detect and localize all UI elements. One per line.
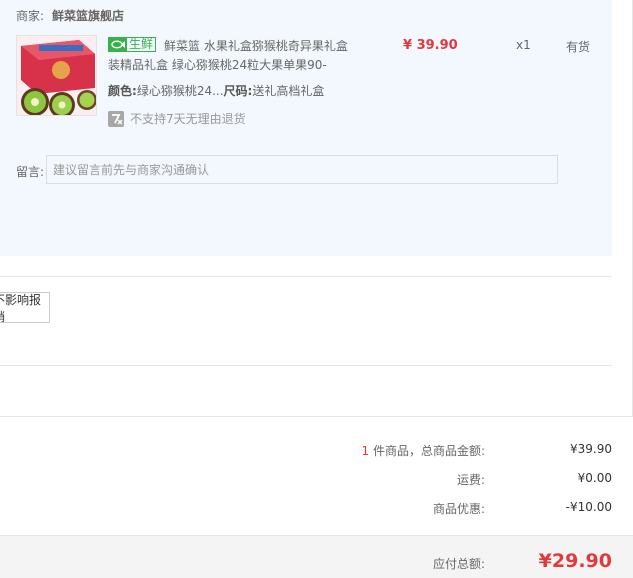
- product-title[interactable]: 鲜菜篮 水果礼盒猕猴桃奇异果礼盒装精品礼盒 绿心猕猴桃24粒大果单果90-: [108, 37, 356, 75]
- no-return-notice: 不支持7天无理由退货: [108, 110, 246, 127]
- shipping-label: 运费:: [456, 473, 485, 487]
- remark-input[interactable]: [46, 155, 558, 184]
- stock-status: 有货: [566, 40, 591, 54]
- size-value: 送礼高档礼盒: [252, 84, 325, 98]
- goods-total-value: ¥39.90: [570, 442, 612, 456]
- divider: [0, 276, 612, 277]
- color-value: 绿心猕猴桃24...: [136, 84, 224, 98]
- kiwi-gift-box-image: [17, 36, 96, 115]
- total-payable-value: ¥29.90: [538, 550, 612, 572]
- remark-label: 留言:: [16, 165, 45, 179]
- size-label: 尺码:: [223, 84, 253, 98]
- shipping-value: ¥0.00: [577, 471, 612, 485]
- shop-label: 商家:: [16, 9, 45, 23]
- goods-total-label: 1 件商品，总商品金额:: [362, 442, 486, 459]
- discount-value: -¥10.00: [565, 500, 612, 514]
- discount-label: 商品优惠:: [432, 502, 485, 516]
- invoice-button[interactable]: 不影响报销: [0, 292, 50, 324]
- color-label: 颜色:: [108, 84, 137, 98]
- product-attributes: 颜色:绿心猕猴桃24...尺码:送礼高档礼盒: [108, 82, 324, 99]
- no-return-text: 不支持7天无理由退货: [130, 112, 246, 126]
- total-payable-label: 应付总额:: [432, 557, 485, 571]
- seven-day-return-icon: [108, 110, 124, 127]
- product-quantity: x1: [516, 38, 531, 52]
- item-count: 1: [361, 444, 370, 458]
- product-image[interactable]: [16, 35, 97, 116]
- item-count-suffix: 件商品，总商品金额:: [369, 444, 485, 458]
- divider: [0, 365, 612, 366]
- product-price: ¥ 39.90: [403, 38, 458, 53]
- shop-name[interactable]: 鲜菜篮旗舰店: [52, 7, 124, 24]
- divider: [0, 416, 633, 417]
